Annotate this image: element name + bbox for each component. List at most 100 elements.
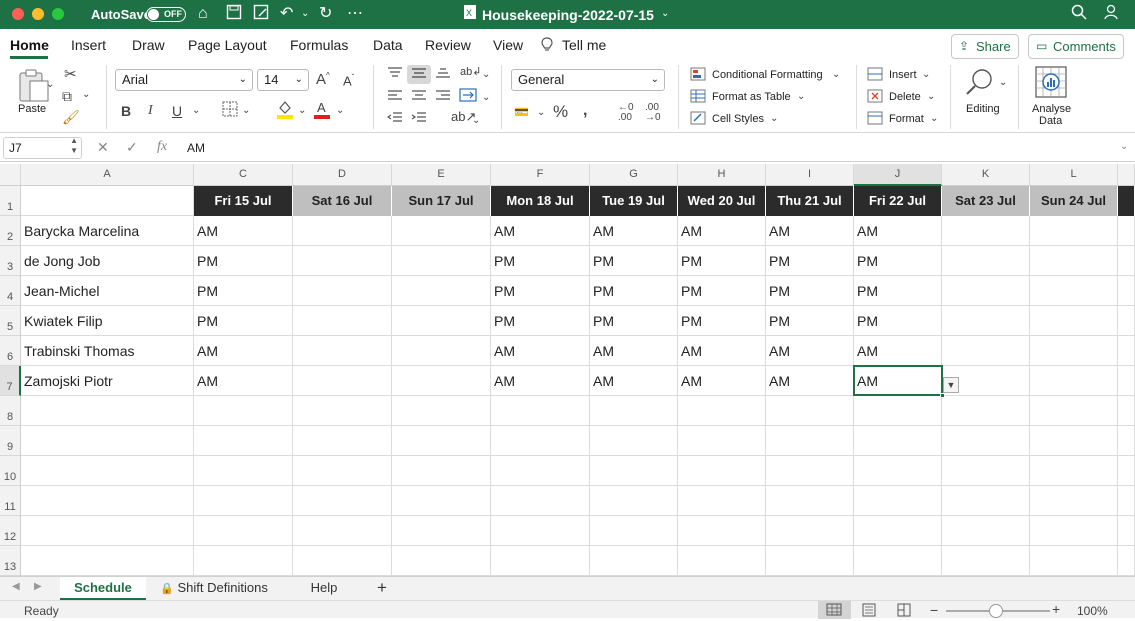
empty-cell[interactable] [21,546,194,576]
column-header-i[interactable]: I [766,164,854,186]
row-header-6[interactable]: 6 [0,336,21,366]
empty-cell[interactable] [1118,426,1135,456]
select-all-corner[interactable] [0,164,21,186]
save-as-icon[interactable] [253,4,269,26]
align-center-icon[interactable] [411,90,427,105]
empty-cell[interactable] [1118,456,1135,486]
empty-cell[interactable] [678,516,766,546]
undo-icon[interactable]: ↶ [280,4,293,24]
shift-cell[interactable]: AM [590,366,678,396]
empty-cell[interactable] [21,456,194,486]
text-direction-dropdown-icon[interactable]: ⌄ [472,115,480,126]
shift-cell[interactable]: PM [194,276,293,306]
tab-draw[interactable]: Draw [132,37,165,53]
empty-cell[interactable] [293,426,392,456]
shift-cell[interactable] [1118,246,1135,276]
shift-cell[interactable] [942,276,1030,306]
confirm-entry-icon[interactable]: ✓ [126,139,138,156]
conditional-formatting-icon[interactable] [690,67,706,84]
empty-cell[interactable] [942,396,1030,426]
shift-cell[interactable] [293,216,392,246]
merge-dropdown-icon[interactable]: ⌄ [482,92,490,103]
comments-button[interactable]: ▭ Comments [1028,34,1124,59]
tab-data[interactable]: Data [373,37,403,53]
shift-cell[interactable] [1030,246,1118,276]
empty-cell[interactable] [392,486,491,516]
shift-cell[interactable]: PM [194,306,293,336]
italic-button[interactable]: I [148,103,153,119]
name-box[interactable]: J7 ▲ ▼ [3,136,82,159]
zoom-in-button[interactable]: + [1052,601,1060,617]
shift-cell[interactable] [942,216,1030,246]
column-header-l[interactable]: L [1030,164,1118,186]
shift-cell[interactable]: AM [678,336,766,366]
paste-button-label[interactable]: Paste [18,103,46,115]
shift-cell[interactable]: AM [491,336,590,366]
empty-cell[interactable] [491,426,590,456]
empty-cell[interactable] [678,546,766,576]
date-header-7[interactable]: Thu 21 Jul [766,186,854,216]
copy-icon[interactable]: ⧉ [62,88,72,105]
shift-cell[interactable]: PM [590,276,678,306]
row-header-13[interactable]: 13 [0,546,21,576]
shift-cell[interactable]: AM [590,216,678,246]
page-layout-view-icon[interactable] [862,603,876,620]
employee-name-cell[interactable]: Jean-Michel [21,276,194,306]
shift-cell[interactable]: PM [766,246,854,276]
document-title[interactable]: Housekeeping-2022-07-15 [482,7,654,23]
empty-cell[interactable] [392,516,491,546]
empty-cell[interactable] [678,456,766,486]
home-icon[interactable]: ⌂ [198,4,208,24]
align-top-icon[interactable] [387,67,403,82]
more-icon[interactable]: ⋯ [347,4,363,24]
shift-cell[interactable] [942,336,1030,366]
delete-cells-icon[interactable] [867,89,883,106]
shift-cell[interactable]: PM [766,276,854,306]
column-header-c[interactable]: C [194,164,293,186]
empty-cell[interactable] [766,516,854,546]
shift-cell[interactable]: PM [766,306,854,336]
date-header-3[interactable]: Sun 17 Jul [392,186,491,216]
column-header-a[interactable]: A [21,164,194,186]
employee-name-cell[interactable]: Barycka Marcelina [21,216,194,246]
shift-cell[interactable]: PM [854,246,942,276]
empty-cell[interactable] [1030,426,1118,456]
decrease-indent-icon[interactable] [386,112,403,127]
empty-cell[interactable] [194,486,293,516]
shift-cell[interactable]: PM [194,246,293,276]
empty-cell[interactable] [590,486,678,516]
empty-cell[interactable] [854,456,942,486]
empty-cell[interactable] [194,456,293,486]
row-header-1[interactable]: 1 [0,186,21,216]
accounting-dropdown-icon[interactable]: ⌄ [537,107,545,118]
empty-cell[interactable] [21,426,194,456]
date-header-1[interactable]: Fri 15 Jul [194,186,293,216]
sheet-tab-schedule[interactable]: Schedule [60,577,146,601]
redo-icon[interactable]: ↻ [319,4,332,24]
shift-cell[interactable]: PM [491,306,590,336]
date-header-5[interactable]: Tue 19 Jul [590,186,678,216]
increase-font-size-icon[interactable]: A^ [316,71,330,88]
empty-cell[interactable] [1118,486,1135,516]
empty-cell[interactable] [766,456,854,486]
add-sheet-button[interactable]: + [366,577,398,601]
insert-cells-dropdown-icon[interactable]: ⌄ [922,69,930,80]
fill-handle[interactable] [940,393,945,398]
cut-icon[interactable]: ✂ [64,65,77,83]
search-icon[interactable] [1071,4,1087,26]
empty-cell[interactable] [392,456,491,486]
empty-cell[interactable] [491,396,590,426]
shift-cell[interactable]: PM [854,276,942,306]
sheet-tab-shift-definitions[interactable]: 🔒 Shift Definitions [146,577,282,601]
shift-cell[interactable]: PM [491,276,590,306]
insert-function-icon[interactable]: fx [157,139,167,155]
tab-home[interactable]: Home [10,37,49,53]
borders-dropdown-icon[interactable]: ⌄ [242,105,250,116]
merge-center-icon[interactable] [459,88,477,105]
shift-cell[interactable] [392,246,491,276]
employee-name-cell[interactable]: Trabinski Thomas [21,336,194,366]
column-header-m[interactable] [1118,164,1135,186]
column-header-h[interactable]: H [678,164,766,186]
empty-cell[interactable] [854,486,942,516]
empty-cell[interactable] [293,456,392,486]
